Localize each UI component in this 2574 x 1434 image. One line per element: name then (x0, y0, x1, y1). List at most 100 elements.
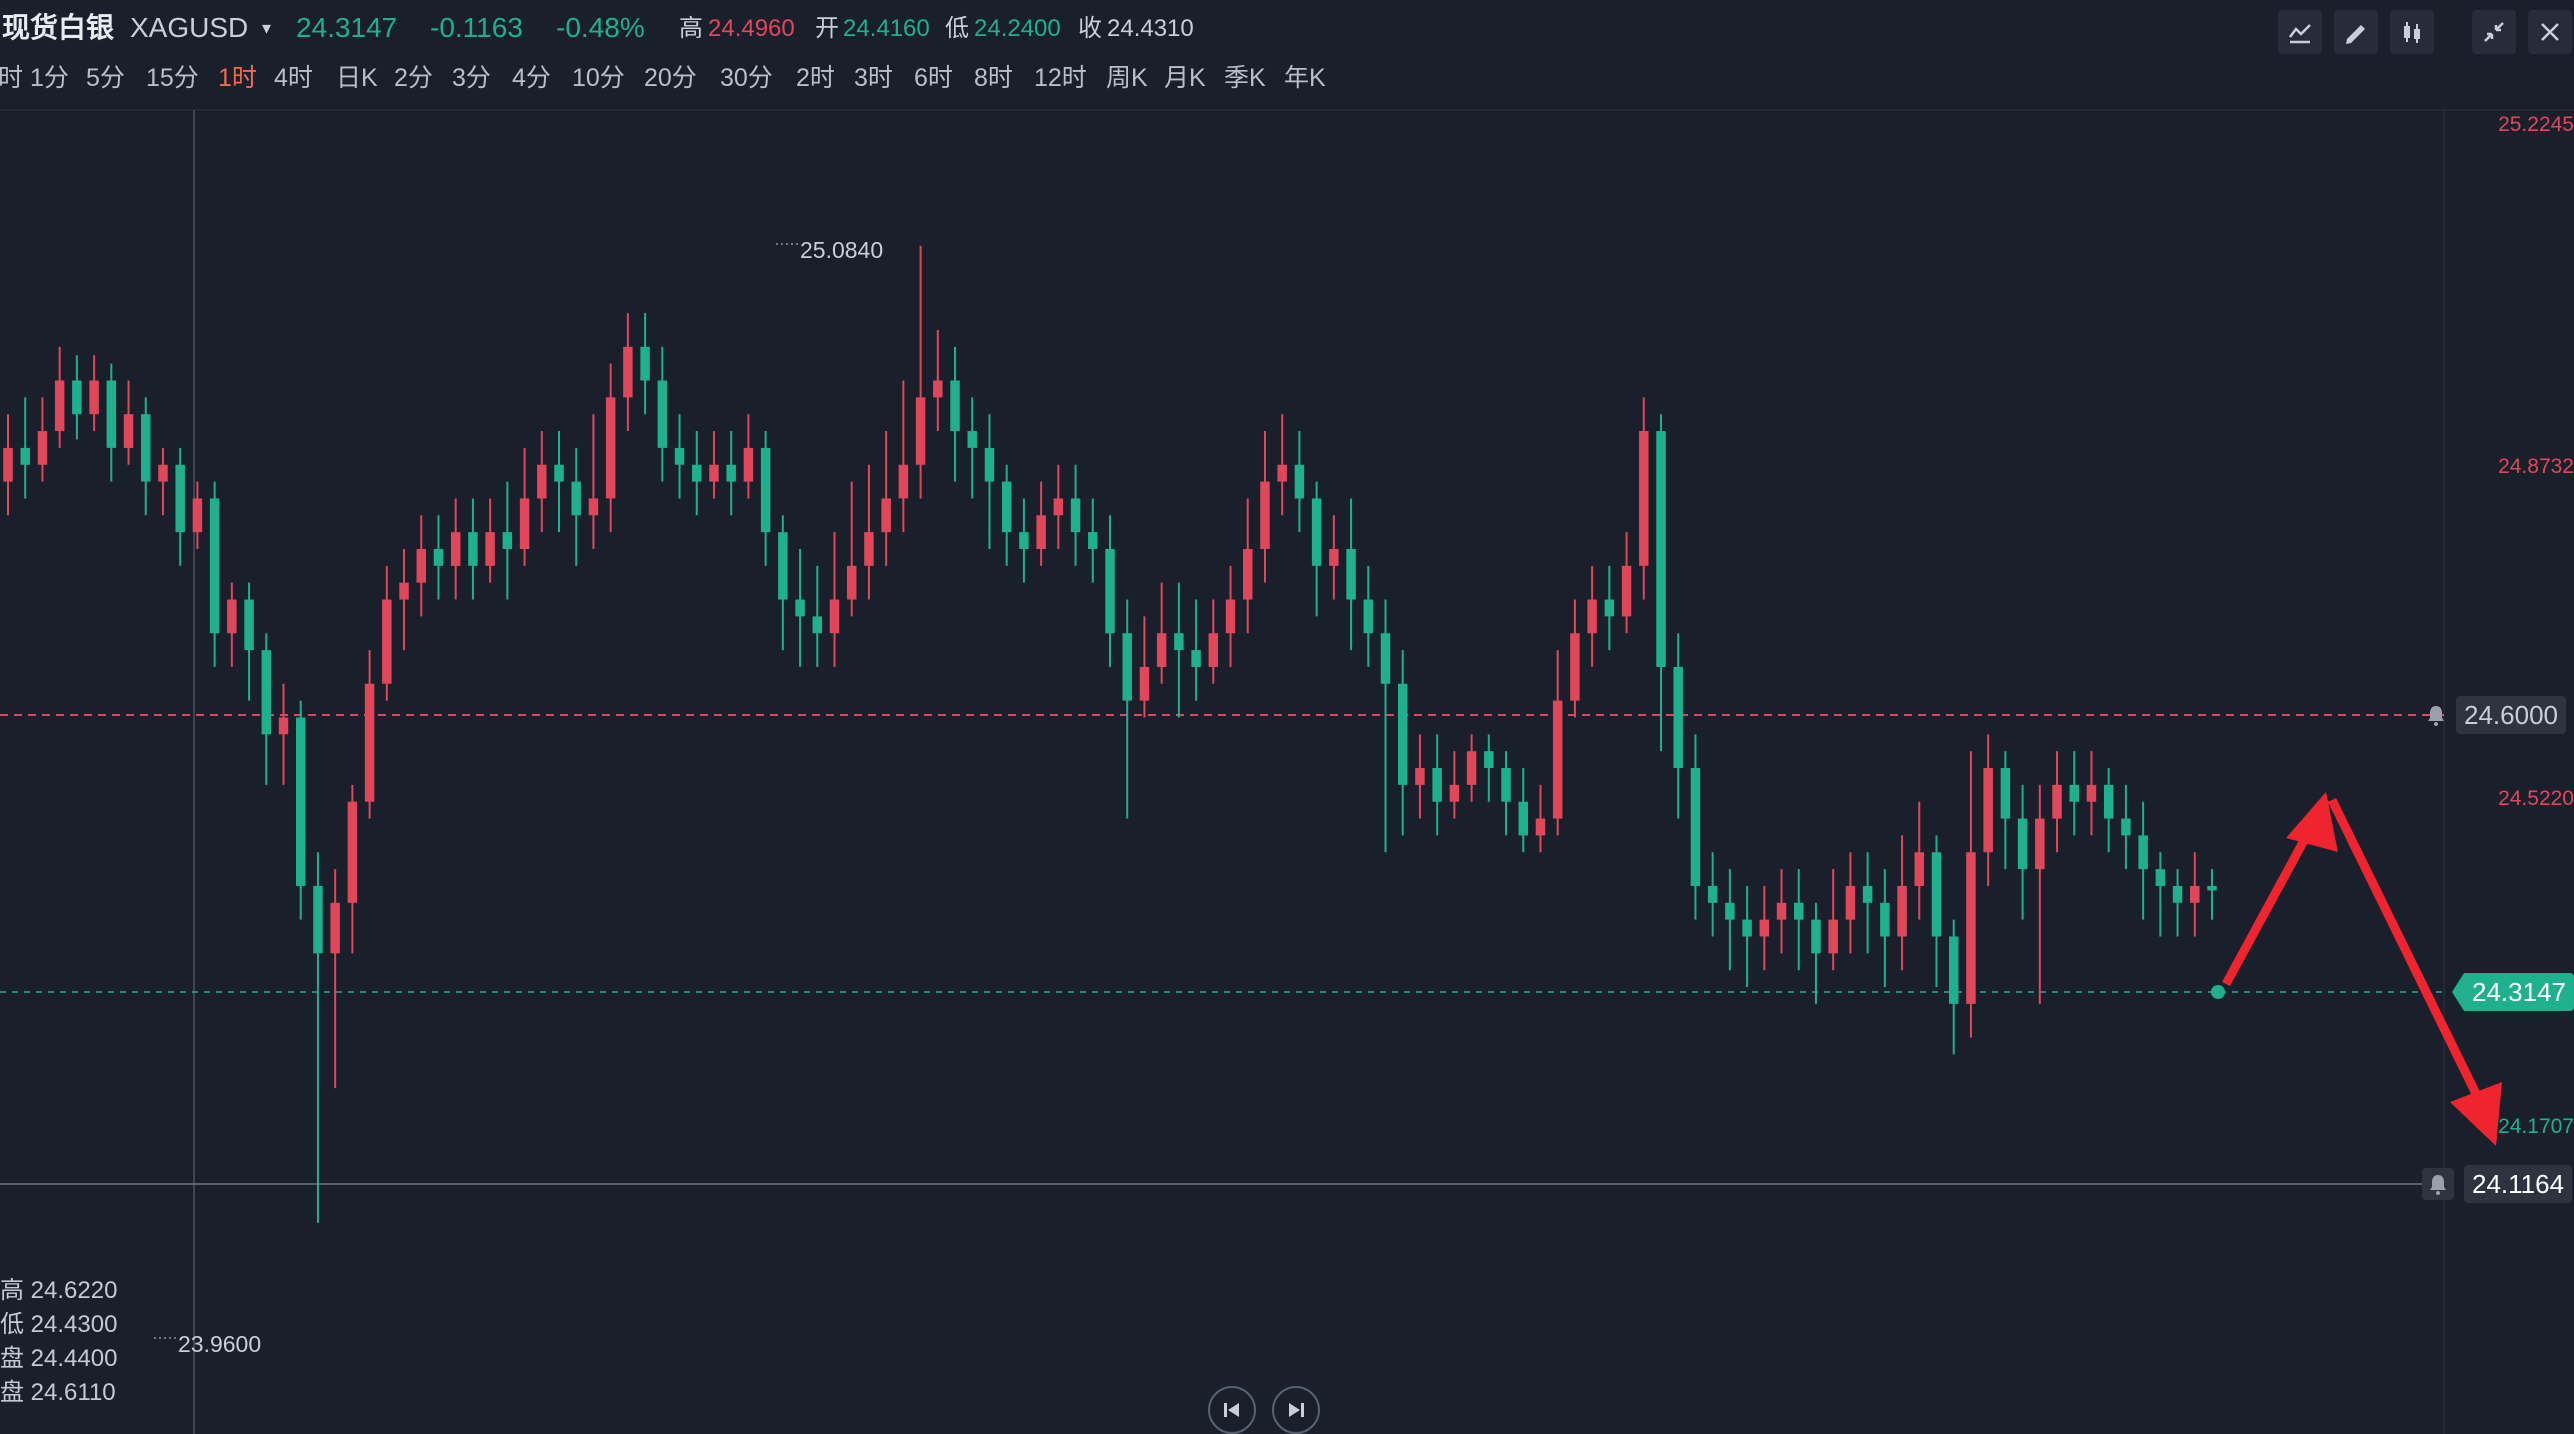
candle-body (1777, 903, 1786, 920)
candle-body (468, 532, 477, 566)
candle-body (916, 397, 925, 464)
candle-body (1243, 549, 1252, 600)
stat-line: 高 24.6220 (0, 1274, 117, 1308)
candle-body (1570, 633, 1579, 700)
candle-body (830, 600, 839, 634)
candle-body (1157, 633, 1166, 667)
candle-body (2138, 835, 2147, 869)
candle-body (1450, 785, 1459, 802)
scroll-right-button[interactable] (1272, 1386, 1320, 1434)
candle-body (1742, 920, 1751, 937)
crosshair-price-tag: 24.1164 (2464, 1165, 2572, 1203)
candle-body (864, 532, 873, 566)
current-price-tag: 24.3147 (2452, 973, 2574, 1011)
candle-body (1432, 768, 1441, 802)
candle-body (503, 532, 512, 549)
candle-body (1553, 701, 1562, 819)
candle-body (382, 600, 391, 684)
candle-body (348, 802, 357, 903)
peak-price-label: 25.0840 (800, 237, 883, 263)
candle-body (554, 465, 563, 482)
candle-body (3, 448, 12, 482)
candlestick-chart[interactable]: 25.0840 23.9600 (0, 0, 2574, 1434)
candle-body (813, 616, 822, 633)
candle-body (1209, 633, 1218, 667)
candle-body (571, 482, 580, 516)
candle-body (1381, 633, 1390, 684)
candle-body (606, 397, 615, 498)
candle-body (1915, 852, 1924, 886)
candle-body (778, 532, 787, 599)
candle-body (2018, 819, 2027, 870)
candle-body (1691, 768, 1700, 886)
candle-body (175, 465, 184, 532)
candle-body (38, 431, 47, 465)
candle-body (761, 448, 770, 532)
candle-body (2087, 785, 2096, 802)
candle-body (1708, 886, 1717, 903)
candle-body (726, 465, 735, 482)
ohlc-stats: 高 24.6220 低 24.4300 盘 24.4400 盘 24.6110 (0, 1274, 117, 1410)
candle-body (1587, 600, 1596, 634)
candle-body (1605, 600, 1614, 617)
candle-body (141, 414, 150, 481)
candle-body (1983, 768, 1992, 852)
candle-body (1329, 549, 1338, 566)
candle-body (1174, 633, 1183, 650)
candle-body (675, 448, 684, 465)
stat-line: 低 24.4300 (0, 1308, 117, 1342)
candle-body (1312, 498, 1321, 565)
stat-line: 盘 24.6110 (0, 1376, 117, 1410)
candle-body (589, 498, 598, 515)
candle-body (1725, 903, 1734, 920)
scroll-left-button[interactable] (1208, 1386, 1256, 1434)
candle-body (899, 465, 908, 499)
candle-body (881, 498, 890, 532)
candle-body (2207, 886, 2216, 890)
candle-body (692, 465, 701, 482)
candle-body (1277, 465, 1286, 482)
candle-body (1105, 549, 1114, 633)
candle-body (847, 566, 856, 600)
candle-body (1828, 920, 1837, 954)
candle-body (1226, 600, 1235, 634)
candle-body (262, 650, 271, 734)
candle-body (279, 717, 288, 734)
candle-body (950, 381, 959, 432)
candle-body (20, 448, 29, 465)
candle-body (1295, 465, 1304, 499)
candle-body (244, 600, 253, 651)
candle-body (1656, 431, 1665, 667)
candle-body (107, 381, 116, 448)
candle-body (124, 414, 133, 448)
candle-body (2070, 785, 2079, 802)
candle-body (1484, 751, 1493, 768)
skip-back-icon (1221, 1399, 1243, 1421)
candle-body (2121, 819, 2130, 836)
candle-body (313, 886, 322, 953)
candle-body (658, 381, 667, 448)
candle-body (1415, 768, 1424, 785)
candle-body (537, 465, 546, 499)
candles-group (3, 246, 2216, 1223)
candle-body (485, 532, 494, 566)
candle-body (1398, 684, 1407, 785)
candle-body (623, 347, 632, 398)
candle-body (210, 498, 219, 633)
candle-body (1622, 566, 1631, 617)
alert-bell-2[interactable] (2422, 1168, 2454, 1200)
candle-body (1002, 482, 1011, 533)
candle-body (2035, 819, 2044, 870)
candle-body (1897, 886, 1906, 937)
candle-body (1794, 903, 1803, 920)
skip-forward-icon (1285, 1399, 1307, 1421)
candle-body (1880, 903, 1889, 937)
alert-price-tag[interactable]: 24.6000 (2456, 696, 2566, 734)
alert-bell[interactable] (2420, 699, 2452, 731)
candle-body (1846, 886, 1855, 920)
candle-body (1140, 667, 1149, 701)
candle-body (1364, 600, 1373, 634)
candle-body (1467, 751, 1476, 785)
current-price-dot (2211, 985, 2225, 999)
axis-label-mid1: 24.8732 (2498, 454, 2574, 480)
